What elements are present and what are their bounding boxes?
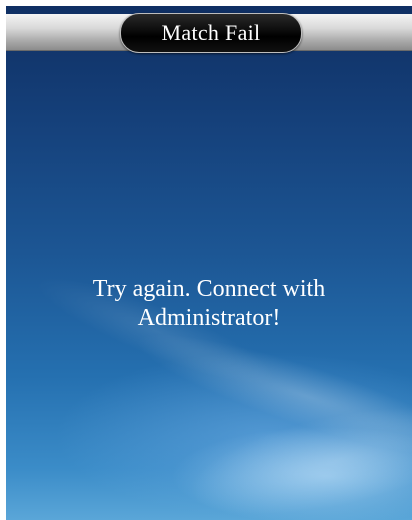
error-message-line-2: Administrator! [137, 305, 281, 331]
error-message: Try again. Connect with Administrator! [6, 275, 412, 333]
screen-background [6, 6, 412, 520]
light-streak [125, 311, 412, 481]
title-pill: Match Fail [120, 13, 302, 53]
light-streak [179, 385, 412, 520]
error-message-line-1: Try again. Connect with [92, 276, 326, 302]
dialog-title: Match Fail [161, 20, 261, 45]
